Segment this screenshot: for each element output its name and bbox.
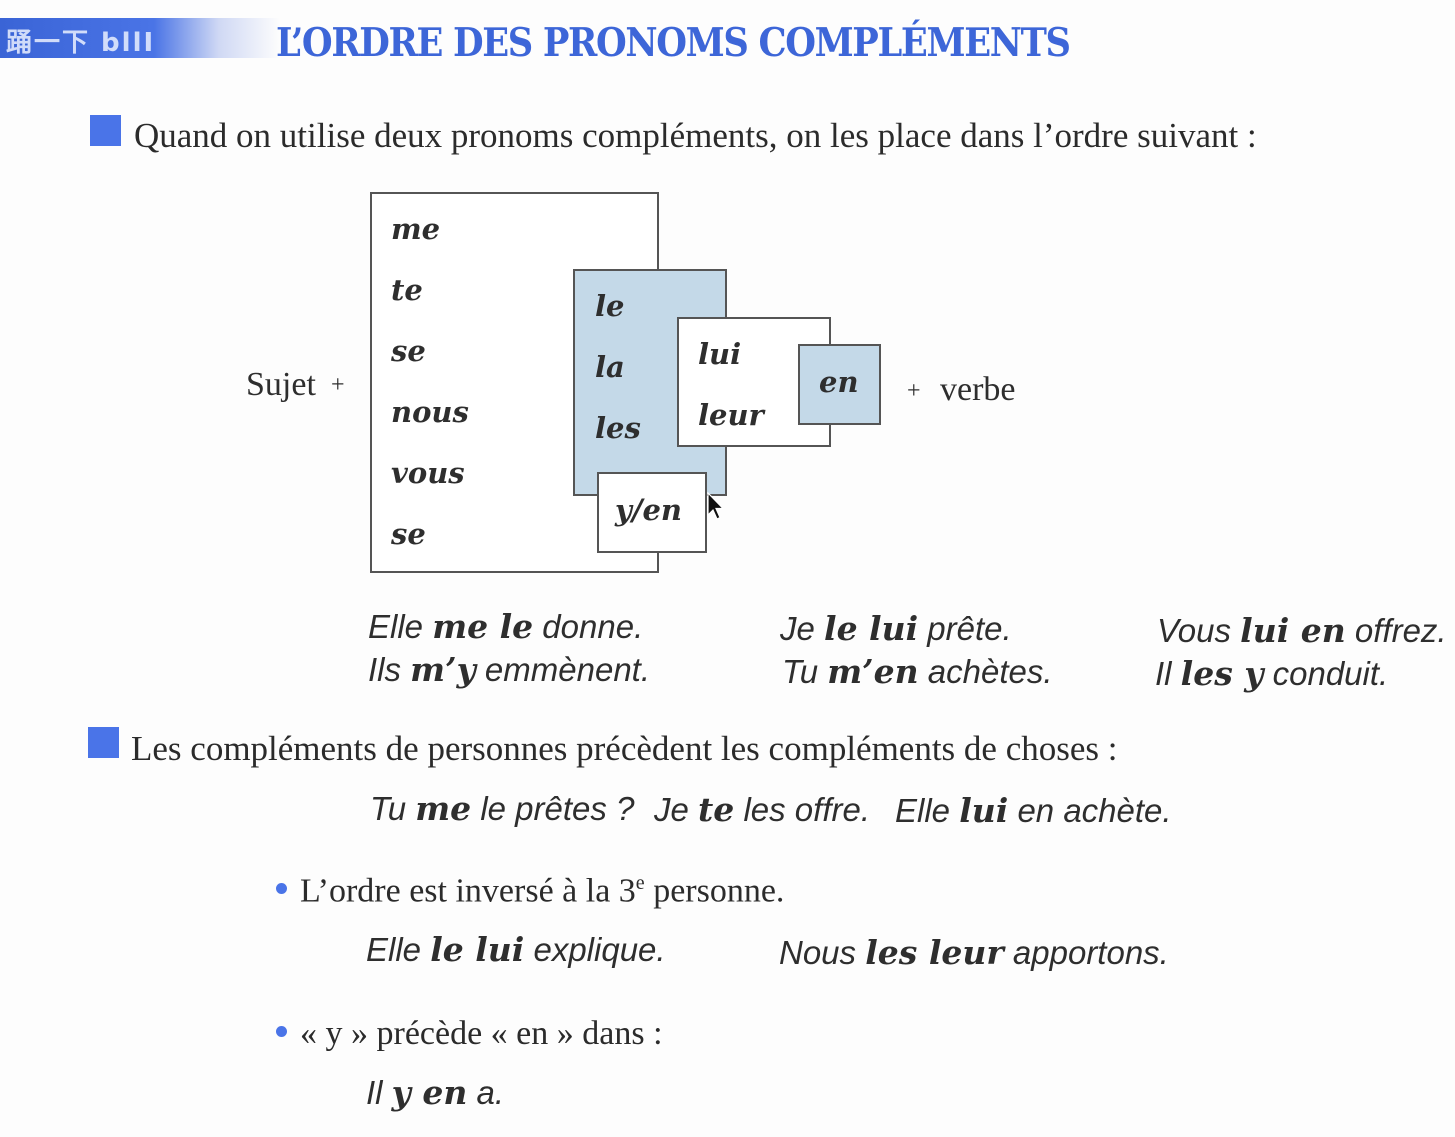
example-sentence: Tu m’en achètes. <box>782 652 1053 691</box>
example-sentence: Il les y conduit. <box>1155 654 1389 693</box>
example-sentence: Je le lui prête. <box>780 609 1012 648</box>
pronoun-me: me <box>391 212 441 246</box>
plus-sign-2: + <box>907 378 921 404</box>
pronoun-y-en: y/en <box>615 493 682 527</box>
example-sentence: Elle lui en achète. <box>895 791 1172 830</box>
pronoun-te: te <box>391 273 423 307</box>
pronoun-se: se <box>391 334 426 368</box>
page-title: L’ORDRE DES PRONOMS COMPLÉMENTS <box>276 20 1071 66</box>
example-sentence: Elle me le donne. <box>368 607 644 646</box>
example-sentence: Elle le lui explique. <box>366 930 666 969</box>
pronoun-les: les <box>595 411 641 445</box>
rule-square-icon <box>88 727 119 758</box>
example-sentence: Vous lui en offrez. <box>1157 611 1447 650</box>
rule-1-text: Quand on utilise deux pronoms complément… <box>134 116 1257 155</box>
pronoun-se-2: se <box>391 517 426 551</box>
bullet-icon <box>276 1026 287 1037</box>
subject-label: Sujet <box>246 366 316 403</box>
example-sentence: Il y en a. <box>366 1073 505 1112</box>
bullet-icon <box>276 883 287 894</box>
pronoun-vous: vous <box>391 456 465 490</box>
verb-label: verbe <box>940 371 1016 408</box>
pronoun-nous: nous <box>391 395 469 429</box>
example-sentence: Nous les leur apportons. <box>779 933 1169 972</box>
example-sentence: Je te les offre. <box>654 790 871 829</box>
example-sentence: Ils m’y emmènent. <box>368 650 651 689</box>
mouse-cursor-icon <box>707 492 725 520</box>
header-banner: 踊一下 bllI <box>0 18 280 58</box>
pronoun-le: le <box>595 289 625 323</box>
pronoun-en: en <box>819 365 859 399</box>
pronoun-la: la <box>595 350 625 384</box>
bullet-2-text: « y » précède « en » dans : <box>300 1015 663 1052</box>
rule-square-icon <box>90 115 121 146</box>
plus-sign: + <box>331 372 345 398</box>
example-sentence: Tu me le prêtes ? <box>370 789 635 828</box>
bullet-1-text: L’ordre est inversé à la 3e personne. <box>300 872 785 910</box>
pronoun-lui: lui <box>698 337 742 371</box>
pronoun-leur: leur <box>698 398 764 432</box>
rule-2-text: Les compléments de personnes précèdent l… <box>131 729 1118 768</box>
header-tab-label: 踊一下 bllI <box>6 28 156 58</box>
